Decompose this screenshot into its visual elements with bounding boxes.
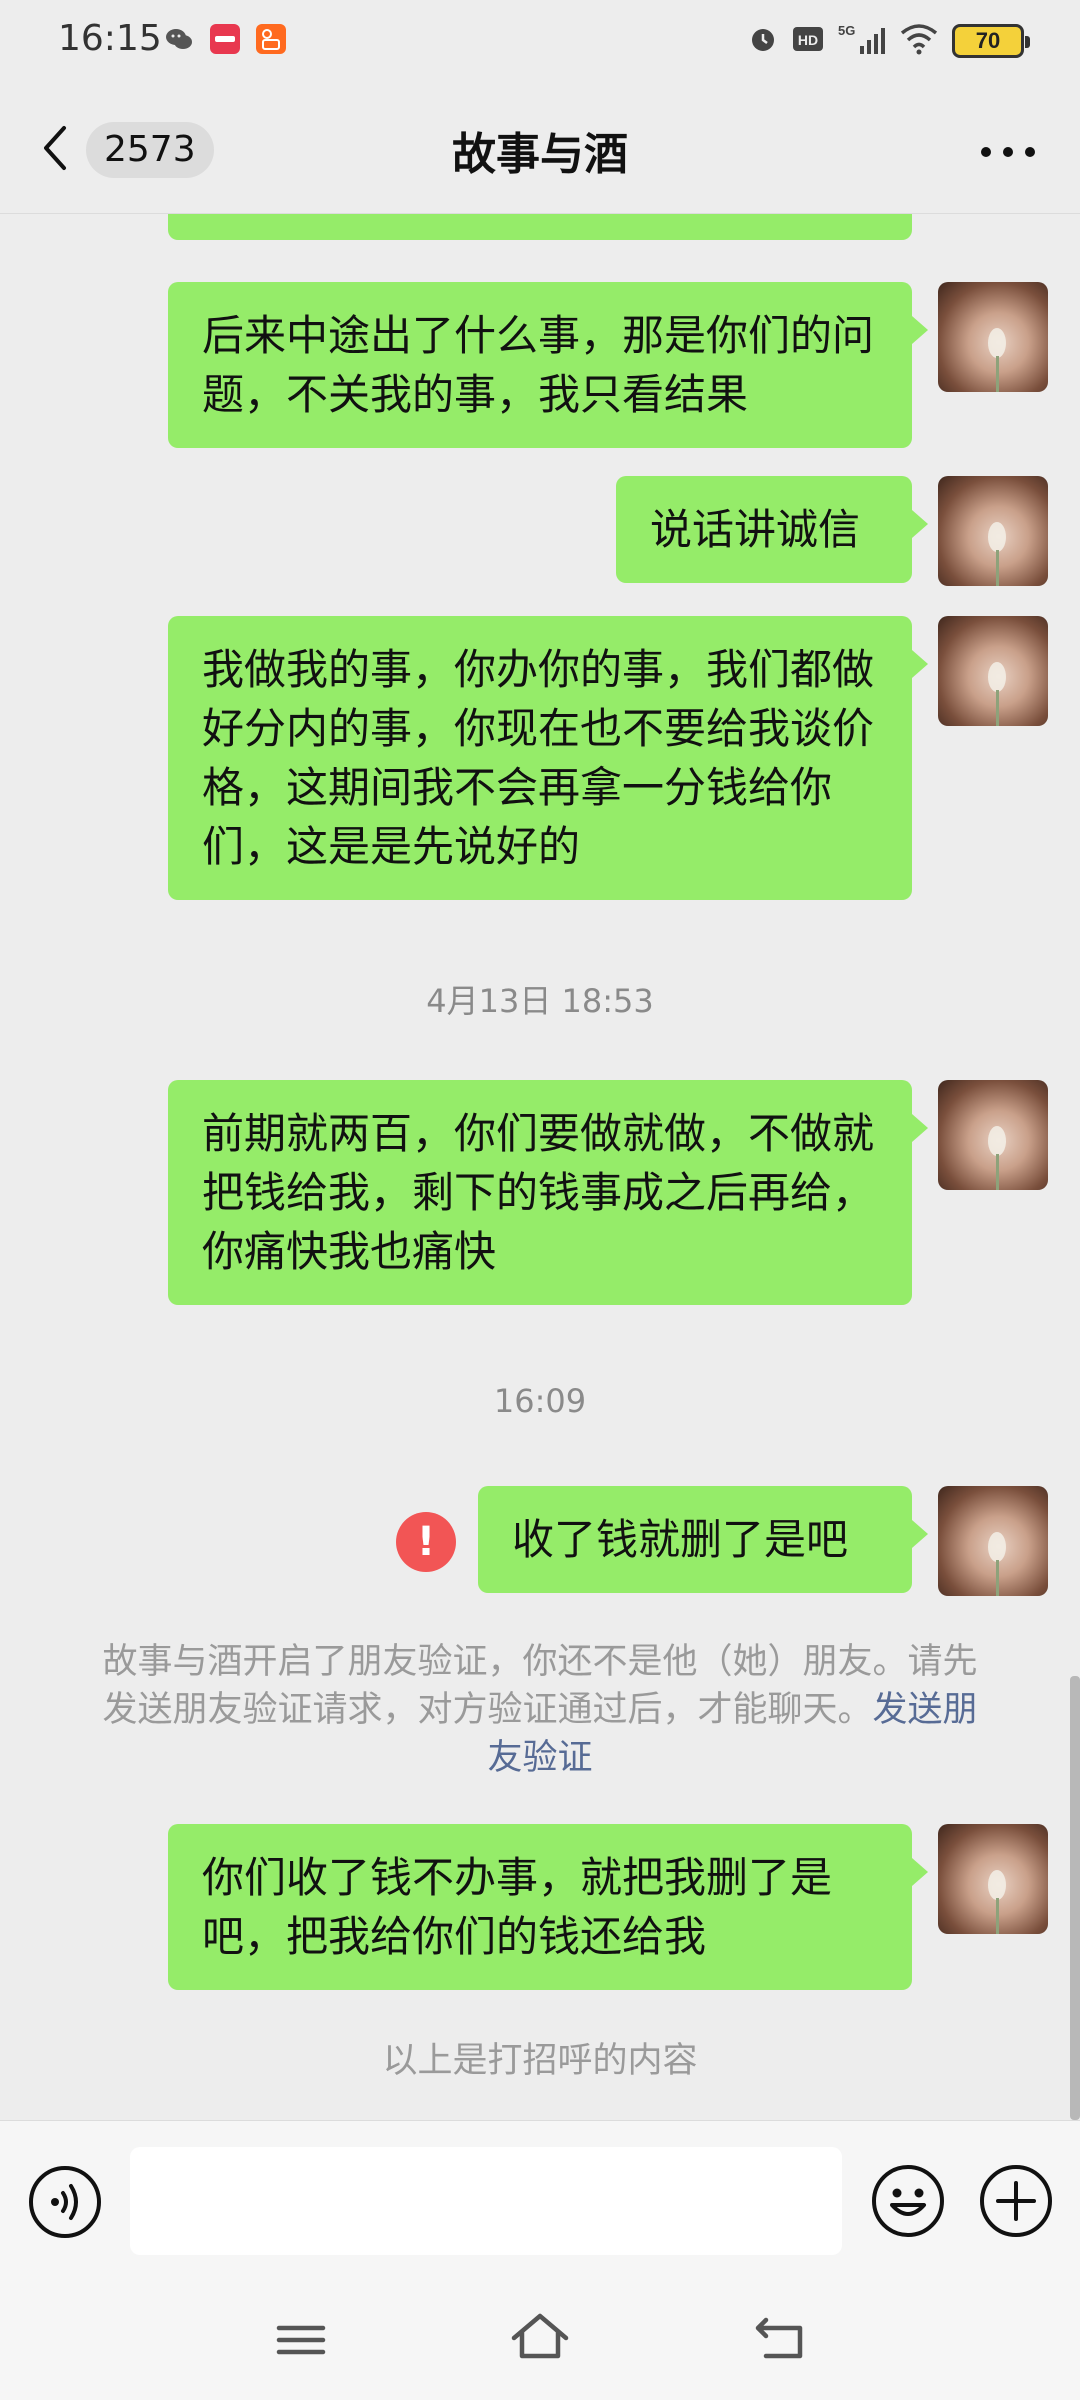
chat-title: 故事与酒 xyxy=(452,129,628,180)
recent-apps-button[interactable] xyxy=(276,2310,326,2370)
battery-indicator: 70 xyxy=(952,24,1030,58)
wifi-icon xyxy=(900,23,938,59)
svg-text:HD: HD xyxy=(798,32,818,48)
voice-input-button[interactable] xyxy=(28,2165,102,2239)
more-actions-button[interactable] xyxy=(978,2163,1054,2239)
hd-icon: HD xyxy=(792,24,824,58)
wechat-icon xyxy=(164,24,194,54)
message-bubble-partial[interactable] xyxy=(168,214,912,240)
scrollbar[interactable] xyxy=(1070,1676,1080,2120)
plus-icon xyxy=(980,2165,1052,2237)
notification-icons xyxy=(164,24,286,54)
taobao-icon xyxy=(210,24,240,54)
avatar[interactable] xyxy=(938,616,1048,726)
message-bubble[interactable]: 我做我的事，你办你的事，我们都做好分内的事，你现在也不要给我谈价格，这期间我不会… xyxy=(168,616,928,900)
svg-text:5G: 5G xyxy=(838,23,855,38)
emoji-button[interactable] xyxy=(870,2163,946,2239)
avatar[interactable] xyxy=(938,1080,1048,1190)
avatar[interactable] xyxy=(938,282,1048,392)
message-bubble[interactable]: 后来中途出了什么事，那是你们的问题，不关我的事，我只看结果 xyxy=(168,282,928,448)
home-button[interactable] xyxy=(510,2306,570,2366)
avatar[interactable] xyxy=(938,476,1048,586)
message-bubble[interactable]: 说话讲诚信 xyxy=(616,476,928,583)
avatar[interactable] xyxy=(938,1824,1048,1934)
input-bar xyxy=(0,2120,1080,2280)
message-timestamp: 4月13日 18:53 xyxy=(426,982,654,1020)
voice-icon xyxy=(29,2166,101,2238)
alarm-icon xyxy=(748,24,778,58)
kuaishou-icon xyxy=(256,24,286,54)
notice-text: 故事与酒开启了朋友验证，你还不是他（她）朋友。请先发送朋友验证请求，对方验证通过… xyxy=(102,1642,978,1730)
message-bubble-failed[interactable]: 收了钱就删了是吧 xyxy=(478,1486,928,1593)
system-back-button[interactable] xyxy=(752,2308,808,2368)
more-dots-icon xyxy=(981,147,1035,157)
smiley-icon xyxy=(872,2165,944,2237)
message-bubble[interactable]: 你们收了钱不办事，就把我删了是吧，把我给你们的钱还给我 xyxy=(168,1824,928,1990)
status-indicators: HD 5G 70 xyxy=(748,22,1030,60)
more-options-button[interactable] xyxy=(978,144,1038,158)
friend-verification-notice: 故事与酒开启了朋友验证，你还不是他（她）朋友。请先发送朋友验证请求，对方验证通过… xyxy=(86,1638,994,1782)
return-icon xyxy=(755,2317,803,2359)
message-timestamp: 16:09 xyxy=(493,1382,587,1420)
system-navigation-bar xyxy=(0,2280,1080,2400)
menu-icon xyxy=(276,2325,326,2355)
status-bar: 16:15 HD 5G 70 xyxy=(0,0,1080,82)
message-list[interactable]: 后来中途出了什么事，那是你们的问题，不关我的事，我只看结果 说话讲诚信 我做我的… xyxy=(0,214,1080,2120)
avatar[interactable] xyxy=(938,1486,1048,1596)
greeting-content-notice: 以上是打招呼的内容 xyxy=(382,2041,698,2081)
message-bubble[interactable]: 前期就两百，你们要做就做，不做就把钱给我，剩下的钱事成之后再给，你痛快我也痛快 xyxy=(168,1080,928,1305)
battery-level: 70 xyxy=(975,28,1001,53)
5g-signal-icon: 5G xyxy=(838,22,886,60)
message-input[interactable] xyxy=(130,2147,842,2255)
send-failed-icon[interactable]: ! xyxy=(396,1512,456,1572)
chat-header: 2573 故事与酒 xyxy=(0,82,1080,214)
status-time: 16:15 xyxy=(58,18,162,59)
home-icon xyxy=(511,2313,569,2359)
